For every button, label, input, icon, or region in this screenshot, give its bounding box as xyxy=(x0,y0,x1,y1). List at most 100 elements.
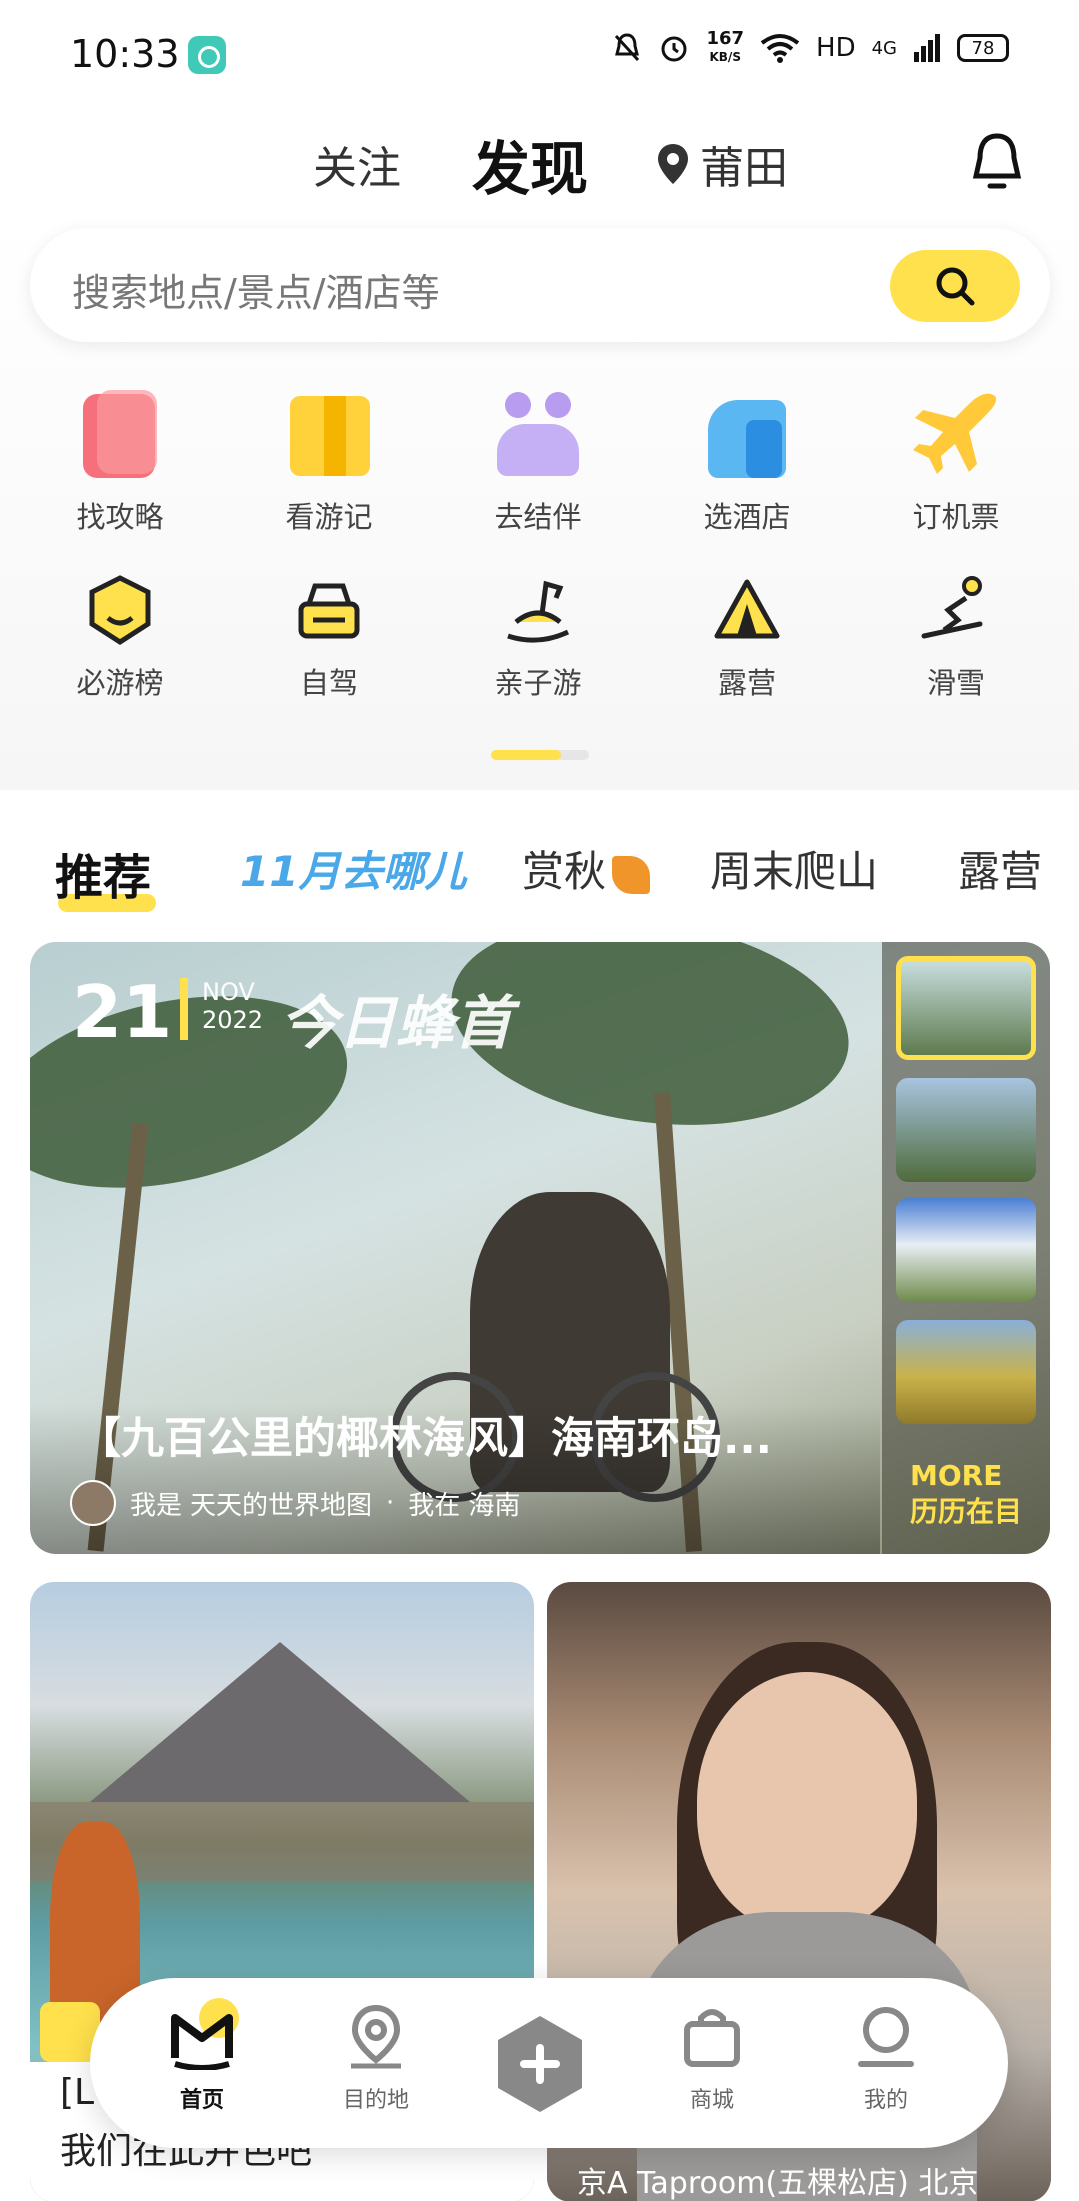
featured-story-card[interactable]: 21 NOV 2022 今日蜂首 【九百公里的椰林海风】海南环岛... 我是 天… xyxy=(30,942,1050,1554)
search-button[interactable] xyxy=(890,250,1020,322)
hero-day: 21 xyxy=(72,970,173,1054)
category-skiing[interactable]: 滑雪 xyxy=(866,574,1046,702)
category-label: 滑雪 xyxy=(926,666,985,700)
quick-action-travelogue[interactable]: 看游记 xyxy=(239,390,419,536)
story-thumbnail-strip: MORE 历历在目 xyxy=(882,942,1050,1554)
shopping-bag-icon xyxy=(679,2004,745,2070)
rocking-horse-shape xyxy=(507,580,570,643)
car-shape xyxy=(298,583,360,639)
travelogue-icon xyxy=(284,390,374,480)
search-input[interactable]: 搜索地点/景点/酒店等 xyxy=(30,228,1050,342)
location-prefix: 我在 xyxy=(408,1490,461,1521)
category-camping[interactable]: 露营 xyxy=(657,574,837,702)
tab-weekend-hiking[interactable]: 周末爬山 xyxy=(710,838,878,899)
guide-icon xyxy=(75,390,165,480)
tab-mall-label: 商城 xyxy=(689,2088,734,2113)
category-label: 自驾 xyxy=(299,666,358,700)
companion-icon xyxy=(493,390,583,480)
tent-icon xyxy=(711,574,783,646)
speed-unit: KB/S xyxy=(709,50,741,64)
tab-november-promo[interactable]: 11月去哪儿 xyxy=(240,838,466,899)
hero-month-year: NOV 2022 xyxy=(202,978,263,1034)
location-selector[interactable]: 莆田 xyxy=(656,132,788,196)
author-prefix: 我是 xyxy=(130,1490,183,1521)
ski-shape xyxy=(921,576,983,639)
tab-destination[interactable]: 目的地 xyxy=(316,2004,436,2114)
story-thumbnail[interactable] xyxy=(896,1198,1036,1302)
category-self-drive[interactable]: 自驾 xyxy=(239,574,419,702)
hero-author[interactable]: 我是 天天的世界地图 · 我在 海南 xyxy=(70,1480,520,1526)
status-indicators: 167 KB/S HD 4G 78 xyxy=(612,30,1009,66)
tab-recommend[interactable]: 推荐 xyxy=(55,838,151,908)
person-face xyxy=(697,1672,917,1932)
quick-action-label: 去结伴 xyxy=(494,500,582,534)
quick-action-label: 找攻略 xyxy=(76,500,164,534)
category-label: 露营 xyxy=(717,666,776,700)
quick-action-label: 看游记 xyxy=(285,500,373,534)
tab-autumn-label: 赏秋 xyxy=(522,847,607,896)
hero-date-divider xyxy=(180,978,188,1040)
quick-action-label: 选酒店 xyxy=(703,500,791,534)
wifi-icon xyxy=(760,34,800,63)
story-thumbnail[interactable] xyxy=(896,1078,1036,1182)
battery-icon: 78 xyxy=(957,34,1009,62)
tab-mall[interactable]: 商城 xyxy=(652,2004,772,2114)
profile-shape xyxy=(858,2007,914,2067)
destination-pin-icon xyxy=(343,2004,409,2070)
tab-autumn[interactable]: 赏秋 xyxy=(522,838,651,899)
category-label: 必游榜 xyxy=(76,666,164,700)
signal-icon xyxy=(914,34,940,62)
ranking-icon xyxy=(84,574,156,646)
tab-home[interactable]: 首页 xyxy=(142,1998,262,2114)
status-bar: 10:33 167 KB/S HD 4G 78 xyxy=(0,0,1079,110)
quick-action-guide[interactable]: 找攻略 xyxy=(30,390,210,536)
publish-button[interactable] xyxy=(494,2014,586,2114)
hotel-icon xyxy=(702,390,792,480)
ranking-shape xyxy=(89,575,151,645)
quick-action-companion[interactable]: 去结伴 xyxy=(448,390,628,536)
search-placeholder: 搜索地点/景点/酒店等 xyxy=(72,271,440,315)
more-sublabel: 历历在目 xyxy=(910,1495,1023,1528)
status-time: 10:33 xyxy=(70,32,180,76)
maple-leaf-icon xyxy=(612,855,651,894)
card-title-line1: [L xyxy=(60,2072,95,2113)
tab-home-label: 首页 xyxy=(179,2088,224,2113)
network-speed: 167 KB/S xyxy=(706,30,744,66)
story-thumbnail[interactable] xyxy=(896,1320,1036,1424)
category-label: 亲子游 xyxy=(494,666,582,700)
tab-destination-label: 目的地 xyxy=(342,2088,409,2113)
author-name: 天天的世界地图 xyxy=(190,1490,373,1521)
home-icon-shape xyxy=(171,2014,233,2070)
tab-follow[interactable]: 关注 xyxy=(313,132,401,196)
home-logo-icon xyxy=(169,1998,239,2070)
hd-indicator: HD xyxy=(816,33,856,63)
tab-discover[interactable]: 发现 xyxy=(472,122,588,206)
location-label: 莆田 xyxy=(700,143,788,194)
profile-icon xyxy=(853,2004,919,2070)
tab-mine[interactable]: 我的 xyxy=(826,2004,946,2114)
quick-action-hotel[interactable]: 选酒店 xyxy=(657,390,837,536)
mute-bell-icon xyxy=(615,33,640,62)
car-icon xyxy=(293,574,365,646)
search-area: 搜索地点/景点/酒店等 找攻略 看游记 去结伴 选酒店 订机票 必游榜 自驾 亲… xyxy=(0,220,1079,790)
more-stories-button[interactable]: MORE 历历在目 xyxy=(910,1458,1022,1530)
hero-year: 2022 xyxy=(202,1006,264,1034)
notification-bell-icon[interactable] xyxy=(968,130,1026,194)
destination-pin-shape xyxy=(351,2004,401,2069)
hero-brand: 今日蜂首 xyxy=(280,989,513,1057)
tab-camping[interactable]: 露营 xyxy=(958,838,1042,899)
app-notification-icon xyxy=(188,36,226,74)
network-type: 4G xyxy=(871,37,897,59)
story-thumbnail[interactable] xyxy=(896,956,1036,1060)
shopping-bag-shape xyxy=(684,2009,740,2067)
tab-mine-label: 我的 xyxy=(863,2088,908,2113)
quick-action-plane[interactable]: 订机票 xyxy=(866,390,1046,536)
tent-shape xyxy=(714,579,780,639)
category-family[interactable]: 亲子游 xyxy=(448,574,628,702)
more-label: MORE xyxy=(910,1459,1003,1492)
category-ranking[interactable]: 必游榜 xyxy=(30,574,210,702)
avatar xyxy=(70,1480,116,1526)
page-indicator xyxy=(491,750,589,760)
card-location: 京A Taproom(五棵松店) 北京 xyxy=(577,2166,979,2201)
ski-icon xyxy=(920,574,992,646)
